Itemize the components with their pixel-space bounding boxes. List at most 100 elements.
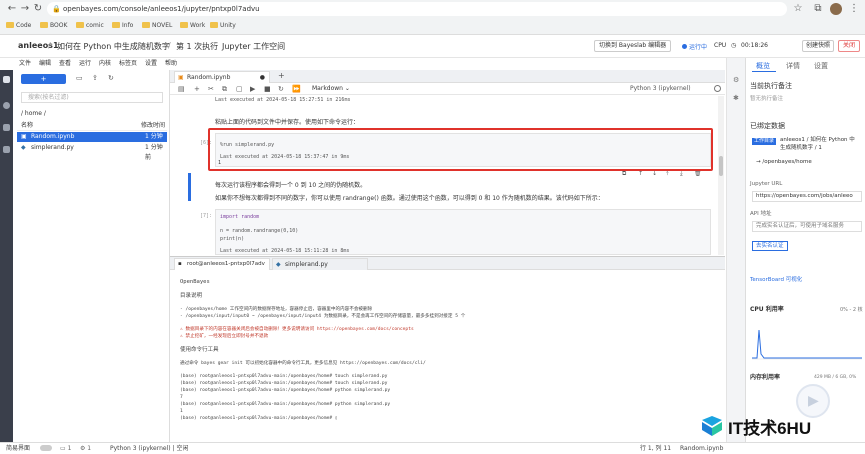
breadcrumb[interactable]: / home / bbox=[21, 110, 46, 117]
reload-icon[interactable]: ↻ bbox=[32, 3, 44, 15]
terminal-panel: ▪ root@anleeos1-pntxp0l7adv ◆ simplerand… bbox=[170, 256, 725, 442]
kernel-count-icon[interactable]: ⚙ 1 bbox=[80, 444, 91, 454]
paste-icon[interactable]: ▢ bbox=[236, 84, 243, 94]
simple-mode-toggle[interactable] bbox=[40, 445, 52, 451]
move-up-icon[interactable]: ↑ bbox=[638, 170, 643, 177]
restart-icon[interactable]: ↻ bbox=[278, 84, 284, 94]
terminal-count-icon[interactable]: ▭ 1 bbox=[60, 444, 71, 454]
file-row[interactable]: ◆ simplerand.py 1 分钟前 bbox=[17, 143, 167, 161]
bookmark-item[interactable]: Unity bbox=[210, 21, 236, 31]
forward-icon[interactable]: → bbox=[19, 3, 31, 15]
verify-button[interactable]: 去实名认证 bbox=[752, 241, 788, 251]
bookmark-item[interactable]: NOVEL bbox=[142, 21, 172, 31]
tab-random-ipynb[interactable]: ▣ Random.ipynb ● bbox=[174, 71, 270, 83]
tab-details[interactable]: 详情 bbox=[786, 62, 800, 70]
simple-mode-label: 简易界面 bbox=[6, 445, 31, 452]
note-placeholder[interactable]: 暂无执行备注 bbox=[750, 95, 783, 103]
tensorboard-link[interactable]: TensorBoard 可视化 bbox=[750, 276, 802, 284]
app-header: anleeos1 / 如何在 Python 中生成随机数字 / 第 1 次执行 … bbox=[0, 36, 865, 86]
fast-forward-icon[interactable]: ⏩ bbox=[292, 84, 301, 94]
terminal-tabbar: ▪ root@anleeos1-pntxp0l7adv ◆ simplerand… bbox=[170, 257, 725, 270]
bookmark-item[interactable]: Info bbox=[112, 21, 133, 31]
bookmark-item[interactable]: comic bbox=[76, 21, 104, 31]
menu-tabs[interactable]: 标签页 bbox=[119, 59, 137, 69]
kernel-name[interactable]: Python 3 (ipykernel) bbox=[630, 84, 691, 94]
new-launcher-button[interactable]: + bbox=[21, 74, 66, 84]
new-tab-icon[interactable]: + bbox=[278, 71, 285, 80]
back-icon[interactable]: ← bbox=[6, 3, 18, 15]
jupyter-url-field[interactable]: https://openbayes.com/jobs/anleeo bbox=[752, 191, 862, 202]
terminal-prompt[interactable]: (base) root@anleeos1-pntxp0l7advu-main:/… bbox=[180, 415, 338, 422]
avatar[interactable] bbox=[830, 3, 842, 15]
bookmark-item[interactable]: BOOK bbox=[40, 21, 67, 31]
menu-help[interactable]: 帮助 bbox=[165, 59, 177, 69]
upload-icon[interactable]: ⇪ bbox=[92, 74, 98, 82]
stop-icon[interactable]: ■ bbox=[264, 84, 271, 94]
lock-icon: 🔒 bbox=[52, 5, 61, 13]
kernel-status-icon bbox=[714, 85, 721, 92]
bound-data-name[interactable]: anleeos1 / 如何在 Python 中生成随机数字 / 1 bbox=[780, 136, 860, 152]
add-cell-icon[interactable]: + bbox=[194, 84, 200, 94]
refresh-icon[interactable]: ↻ bbox=[108, 74, 114, 82]
notebook-tabbar: ▣ Random.ipynb ● + bbox=[170, 70, 725, 83]
property-inspector-icon[interactable]: ⚙ bbox=[733, 76, 739, 84]
new-folder-icon[interactable]: ▭ bbox=[76, 74, 83, 82]
kernel-status[interactable]: Python 3 (ipykernel) | 空闲 bbox=[110, 444, 188, 454]
copy-icon[interactable]: ⧉ bbox=[222, 84, 227, 94]
address-bar[interactable]: 🔒 openbayes.com/console/anleeos1/jupyter/… bbox=[47, 2, 787, 16]
switch-editor-button[interactable]: 切换到 Bayeslab 编辑器 bbox=[594, 40, 672, 52]
cursor-position[interactable]: 行 1, 列 11 bbox=[640, 444, 671, 454]
python-file-icon: ◆ bbox=[21, 144, 26, 151]
delete-icon[interactable]: 🗑 bbox=[694, 170, 702, 177]
menu-file[interactable]: 文件 bbox=[19, 59, 31, 69]
folder-icon[interactable] bbox=[3, 76, 10, 83]
running-icon[interactable] bbox=[3, 102, 10, 109]
extensions-icon[interactable]: ⧉ bbox=[812, 3, 824, 15]
save-icon[interactable]: ▤ bbox=[178, 84, 185, 94]
file-list-header: 名称 修改时间 bbox=[17, 121, 167, 131]
api-url-field[interactable]: 完成实名认证后，可使用子域名服务 bbox=[752, 221, 862, 232]
insert-above-icon[interactable]: ⤒ bbox=[666, 170, 669, 178]
file-row[interactable]: ▣ Random.ipynb 1 分钟前 bbox=[17, 132, 167, 150]
commands-icon[interactable] bbox=[3, 124, 10, 131]
project-name[interactable]: 如何在 Python 中生成随机数字 bbox=[57, 41, 170, 52]
python-file-icon: ◆ bbox=[276, 261, 281, 268]
code-cell[interactable]: import random n = random.randrange(0,10)… bbox=[215, 209, 711, 255]
run-name[interactable]: 第 1 次执行 bbox=[176, 41, 218, 52]
markdown-cell[interactable]: 每次运行该程序都会得到一个 0 到 10 之间的伪随机数。 bbox=[215, 180, 366, 189]
menu-run[interactable]: 运行 bbox=[79, 59, 91, 69]
bookmark-item[interactable]: Code bbox=[6, 21, 31, 31]
tab-terminal[interactable]: ▪ root@anleeos1-pntxp0l7adv bbox=[174, 258, 270, 270]
menu-view[interactable]: 查看 bbox=[59, 59, 71, 69]
cut-icon[interactable]: ✂ bbox=[208, 84, 214, 94]
markdown-cell[interactable]: 粘贴上面的代码到文件中并保存。使用如下命令运行： bbox=[215, 117, 359, 126]
markdown-cell[interactable]: 如果你不想每次都得到不同的数字，你可以使用 randrange() 函数。通过使… bbox=[215, 193, 604, 202]
menu-edit[interactable]: 编辑 bbox=[39, 59, 51, 69]
notebook-file-icon: ▣ bbox=[21, 133, 27, 140]
insert-below-icon[interactable]: ⤓ bbox=[680, 170, 683, 178]
create-snapshot-button[interactable]: 创建快照 bbox=[802, 40, 835, 52]
menu-kernel[interactable]: 内核 bbox=[99, 59, 111, 69]
star-icon[interactable]: ☆ bbox=[792, 3, 804, 15]
page-title: Jupyter 工作空间 bbox=[222, 42, 286, 51]
debugger-icon[interactable]: ✱ bbox=[733, 94, 739, 102]
active-cell-marker bbox=[188, 173, 191, 201]
close-tab-icon[interactable]: ● bbox=[260, 72, 265, 83]
tab-simplerand[interactable]: ◆ simplerand.py bbox=[272, 258, 368, 270]
menu-settings[interactable]: 设置 bbox=[145, 59, 157, 69]
run-icon[interactable]: ▶ bbox=[250, 84, 255, 94]
menu-icon[interactable]: ⋮ bbox=[848, 3, 860, 15]
user-name[interactable]: anleeos1 bbox=[18, 41, 59, 50]
bookmark-item[interactable]: Work bbox=[180, 21, 205, 31]
notebook-scrollbar[interactable] bbox=[718, 96, 724, 255]
duplicate-icon[interactable]: ⧉ bbox=[622, 170, 626, 178]
close-button[interactable]: 关闭 bbox=[838, 40, 861, 52]
move-down-icon[interactable]: ↓ bbox=[652, 170, 657, 177]
cell-type-select[interactable]: Markdown ⌄ bbox=[312, 84, 350, 94]
active-file: Random.ipynb bbox=[680, 445, 724, 452]
file-filter-input[interactable]: 搜索(按名过滤) bbox=[21, 92, 163, 103]
scroll-thumb[interactable] bbox=[719, 156, 723, 176]
extension-icon[interactable] bbox=[3, 146, 10, 153]
tab-settings[interactable]: 设置 bbox=[814, 62, 828, 70]
tab-overview[interactable]: 概览 bbox=[756, 62, 770, 70]
